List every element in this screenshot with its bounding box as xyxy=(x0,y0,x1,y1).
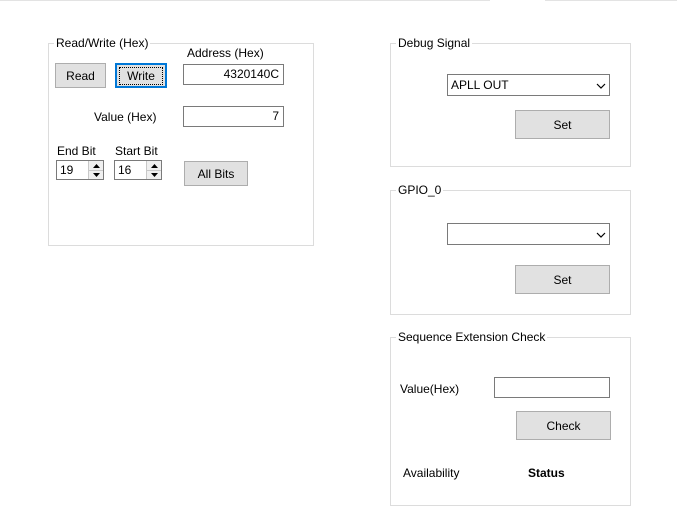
top-divider-right xyxy=(545,0,677,1)
chevron-down-icon xyxy=(596,80,606,94)
spin-down-arrow-icon[interactable] xyxy=(89,170,103,179)
top-divider-left xyxy=(0,0,490,1)
address-label: Address (Hex) xyxy=(187,46,264,60)
check-button-label: Check xyxy=(546,418,581,433)
debug-signal-select[interactable]: APLL OUT xyxy=(447,74,610,96)
write-button[interactable]: Write xyxy=(115,63,167,88)
sequence-value-label: Value(Hex) xyxy=(400,382,460,396)
debug-signal-set-button[interactable]: Set xyxy=(515,110,610,139)
sequence-check-title: Sequence Extension Check xyxy=(398,330,546,344)
check-button[interactable]: Check xyxy=(516,411,611,440)
debug-signal-title: Debug Signal xyxy=(398,36,471,50)
write-button-label: Write xyxy=(119,66,163,85)
gpio-title: GPIO_0 xyxy=(398,183,442,197)
availability-label: Availability xyxy=(403,466,460,480)
read-write-title: Read/Write (Hex) xyxy=(56,36,149,50)
debug-signal-selected: APLL OUT xyxy=(451,78,509,92)
sequence-value-input[interactable] xyxy=(494,377,610,398)
gpio-set-label: Set xyxy=(553,272,572,287)
spin-up-arrow-icon[interactable] xyxy=(89,161,103,170)
status-label: Status xyxy=(528,466,565,480)
start-bit-value[interactable]: 16 xyxy=(118,163,131,177)
read-button-label: Read xyxy=(66,68,95,83)
chevron-down-icon xyxy=(596,229,606,243)
read-button[interactable]: Read xyxy=(55,63,106,88)
gpio-select[interactable] xyxy=(447,223,610,245)
spin-down-arrow-icon[interactable] xyxy=(147,170,161,179)
start-bit-label: Start Bit xyxy=(115,144,158,158)
start-bit-spinner[interactable]: 16 xyxy=(114,160,162,180)
all-bits-label: All Bits xyxy=(197,166,235,181)
end-bit-value[interactable]: 19 xyxy=(60,163,73,177)
end-bit-spinner[interactable]: 19 xyxy=(56,160,104,180)
end-bit-label: End Bit xyxy=(57,144,96,158)
value-label: Value (Hex) xyxy=(94,110,157,124)
address-input[interactable]: 4320140C xyxy=(183,64,284,85)
gpio-set-button[interactable]: Set xyxy=(515,265,610,294)
value-input[interactable]: 7 xyxy=(183,106,284,127)
all-bits-button[interactable]: All Bits xyxy=(184,161,248,186)
debug-signal-set-label: Set xyxy=(553,117,572,132)
spin-up-arrow-icon[interactable] xyxy=(147,161,161,170)
debug-signal-group: Debug Signal xyxy=(390,36,631,167)
gpio-group: GPIO_0 xyxy=(390,183,631,315)
